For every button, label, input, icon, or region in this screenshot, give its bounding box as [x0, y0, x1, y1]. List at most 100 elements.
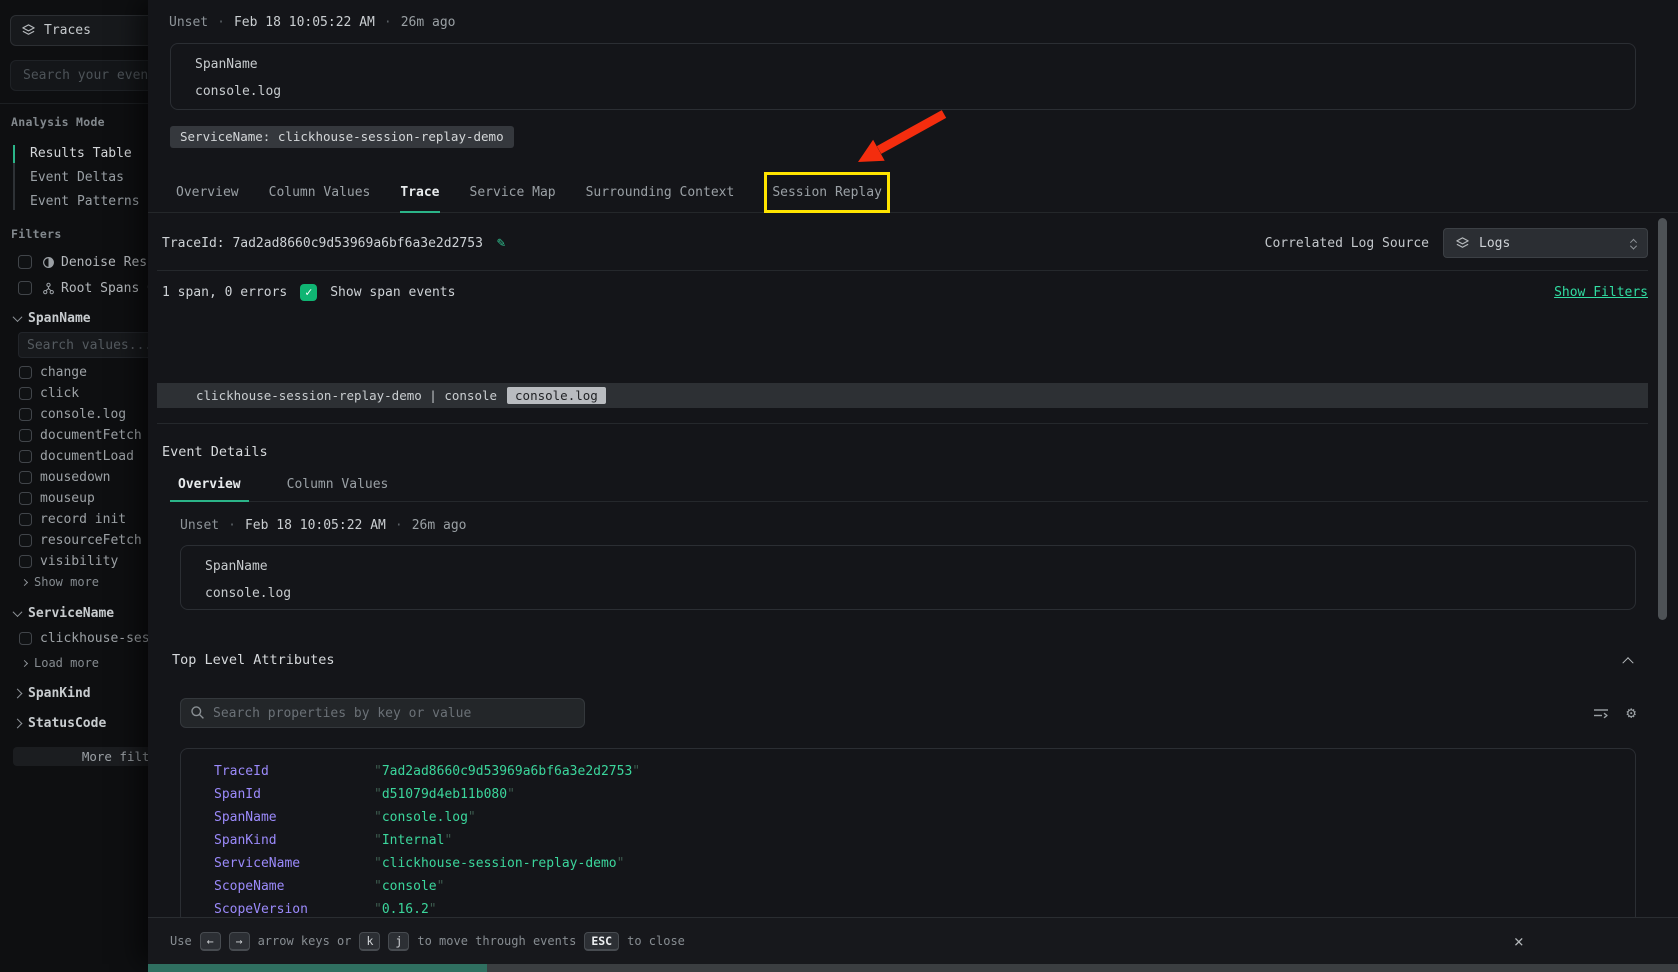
filter-value-item[interactable]: mousedown — [0, 467, 148, 488]
filter-value-item[interactable]: click — [0, 383, 148, 404]
filter-value-item[interactable]: mouseup — [0, 488, 148, 509]
filter-group-servicename[interactable]: ServiceName — [0, 601, 148, 625]
analysis-mode-list: Results Table Event Deltas Event Pattern… — [0, 142, 148, 214]
event-details-tab[interactable]: Column Values — [279, 468, 397, 501]
attribute-row: SpanId d51079d4eb11b080 — [181, 783, 1635, 806]
filter-value-item[interactable]: clickhouse-session-replay-demo — [0, 628, 148, 649]
event-age: 26m ago — [401, 15, 456, 30]
checkbox — [19, 534, 32, 547]
denoise-results-toggle[interactable]: Denoise Results — [0, 250, 148, 274]
filter-value-label: mousedown — [40, 470, 110, 485]
analysis-mode-item[interactable]: Results Table — [0, 142, 148, 166]
log-source-select[interactable]: Logs — [1443, 228, 1648, 258]
event-details-tab[interactable]: Overview — [170, 468, 249, 501]
analysis-mode-item[interactable]: Event Deltas — [0, 166, 148, 190]
attribute-row: TraceId 7ad2ad8660c9d53969a6bf6a3e2d2753 — [181, 760, 1635, 783]
drawer-tab[interactable]: Surrounding Context — [586, 173, 735, 212]
attribute-row: SpanKind Internal — [181, 829, 1635, 852]
layers-icon — [1455, 236, 1470, 251]
sidebar-divider — [0, 103, 148, 104]
status-badge: Unset — [169, 15, 208, 30]
wrap-lines-icon[interactable] — [1593, 706, 1609, 720]
edit-pencil-icon[interactable]: ✎ — [497, 235, 505, 251]
attribute-key: TraceId — [214, 764, 374, 779]
top-level-attributes-heading: Top Level Attributes — [172, 652, 335, 668]
keyboard-hints: Use ← → arrow keys or k j to move throug… — [170, 932, 685, 951]
divider — [157, 270, 1648, 271]
filter-group-statuscode[interactable]: StatusCode — [0, 711, 148, 735]
close-icon[interactable]: ✕ — [1514, 932, 1524, 951]
drawer-tab[interactable]: Column Values — [269, 173, 371, 212]
attribute-value: Internal — [374, 833, 452, 848]
filter-group-spankind[interactable]: SpanKind — [0, 681, 148, 705]
event-search-input[interactable] — [10, 60, 148, 91]
top-level-attributes-header[interactable]: Top Level Attributes — [172, 648, 1632, 672]
key-k: k — [359, 932, 380, 951]
filter-value-item[interactable]: documentLoad — [0, 446, 148, 467]
key-left-arrow: ← — [200, 932, 221, 951]
attribute-value: 7ad2ad8660c9d53969a6bf6a3e2d2753 — [374, 764, 640, 779]
attributes-search-input[interactable] — [180, 698, 585, 728]
gear-icon[interactable]: ⚙ — [1626, 705, 1636, 721]
show-span-events-label: Show span events — [330, 285, 455, 300]
denoise-icon — [42, 256, 55, 269]
drawer-tabs: Overview Column Values Trace Service Map… — [148, 173, 1678, 213]
filter-value-item[interactable]: documentFetch — [0, 425, 148, 446]
correlated-log-source-label: Correlated Log Source — [1265, 236, 1429, 251]
drawer-scrollbar[interactable] — [1658, 218, 1667, 620]
drawer-tab[interactable]: Session Replay — [764, 172, 890, 213]
filter-value-item[interactable]: visibility — [0, 551, 148, 572]
filter-group-label: ServiceName — [28, 606, 114, 621]
filter-value-item[interactable]: record init — [0, 509, 148, 530]
span-summary-row: 1 span, 0 errors Show span events Show F… — [162, 280, 1648, 304]
drawer-tab[interactable]: Overview — [176, 173, 239, 212]
divider — [157, 423, 1648, 424]
drawer-tab[interactable]: Service Map — [470, 173, 556, 212]
filter-value-item[interactable]: change — [0, 362, 148, 383]
show-more-link[interactable]: Show more — [0, 572, 148, 592]
filter-value-label: visibility — [40, 554, 118, 569]
filter-value-label: documentLoad — [40, 449, 134, 464]
drawer-footer: Use ← → arrow keys or k j to move throug… — [148, 917, 1678, 964]
filter-value-label: documentFetch — [40, 428, 142, 443]
service-name-chip[interactable]: ServiceName: clickhouse-session-replay-d… — [170, 126, 514, 148]
trace-waterfall-row[interactable]: clickhouse-session-replay-demo | console… — [157, 383, 1648, 408]
checkbox — [19, 408, 32, 421]
event-age: 26m ago — [412, 518, 467, 533]
drawer-tab[interactable]: Trace — [400, 173, 439, 212]
select-chevrons-icon — [1631, 237, 1636, 250]
load-more-link[interactable]: Load more — [0, 653, 148, 673]
filter-value-label: clickhouse-session-replay-demo — [40, 631, 148, 646]
filter-group-label: StatusCode — [28, 716, 106, 731]
show-span-events-checkbox[interactable] — [300, 284, 317, 301]
event-timestamp: Feb 18 10:05:22 AM — [245, 518, 386, 533]
attribute-value: console — [374, 879, 444, 894]
show-filters-link[interactable]: Show Filters — [1554, 285, 1648, 300]
source-select[interactable]: Traces — [10, 15, 148, 46]
attribute-row: SpanName console.log — [181, 806, 1635, 829]
filter-value-item[interactable]: console.log — [0, 404, 148, 425]
chevron-right-icon — [13, 688, 23, 698]
attribute-value: console.log — [374, 810, 476, 825]
attributes-table: TraceId 7ad2ad8660c9d53969a6bf6a3e2d2753… — [180, 748, 1636, 924]
attribute-row: ServiceName clickhouse-session-replay-de… — [181, 852, 1635, 875]
filter-value-label: click — [40, 386, 79, 401]
filter-value-item[interactable]: resourceFetch — [0, 530, 148, 551]
filter-group-spanname[interactable]: SpanName — [0, 306, 148, 330]
spanname-values-search-input[interactable] — [18, 332, 148, 358]
trace-header-row: TraceId: 7ad2ad8660c9d53969a6bf6a3e2d275… — [162, 227, 1648, 259]
bottom-hscrollbar-track[interactable] — [487, 964, 1678, 972]
search-icon — [190, 705, 205, 720]
checkbox — [18, 255, 32, 269]
checkbox — [19, 387, 32, 400]
attribute-key: ScopeVersion — [214, 902, 374, 917]
chevron-down-icon — [13, 312, 23, 322]
root-spans-only-toggle[interactable]: Root Spans Only — [0, 276, 148, 300]
key-j: j — [388, 932, 409, 951]
filter-value-label: resourceFetch — [40, 533, 142, 548]
chevron-up-icon — [1622, 657, 1633, 668]
bottom-hscrollbar-thumb[interactable] — [148, 964, 487, 972]
checkbox — [19, 471, 32, 484]
analysis-mode-item[interactable]: Event Patterns — [0, 190, 148, 214]
more-filters-button[interactable]: More filters — [13, 747, 148, 766]
